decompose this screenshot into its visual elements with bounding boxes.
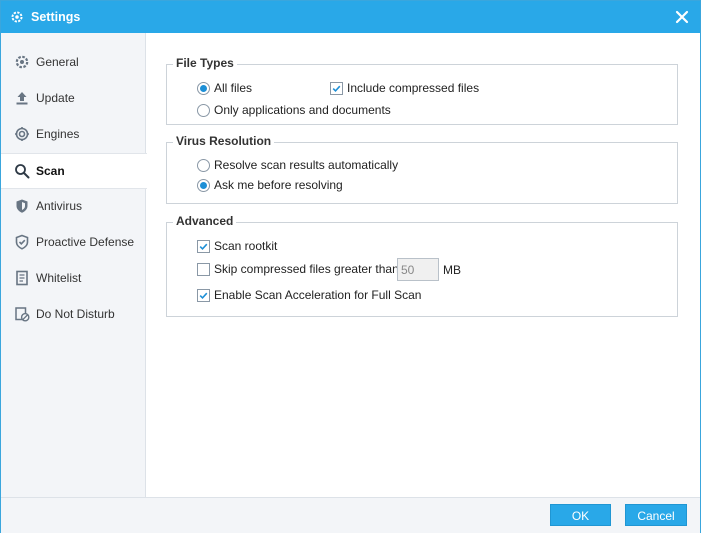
compressed-size-limit-input[interactable] — [397, 258, 439, 281]
checkbox-indicator — [197, 240, 210, 253]
cancel-button[interactable]: Cancel — [625, 504, 687, 526]
file-types-group: File Types All files Include compressed … — [166, 56, 678, 125]
radio-indicator — [197, 104, 210, 117]
radio-indicator — [197, 82, 210, 95]
engine-icon — [15, 127, 29, 141]
option-label: Ask me before resolving — [214, 178, 343, 192]
checkbox-indicator — [330, 82, 343, 95]
scan-settings-panel: File Types All files Include compressed … — [147, 33, 700, 497]
settings-window: Settings General Update Engines Scan Ant… — [0, 0, 701, 533]
dialog-footer: OK Cancel — [1, 497, 700, 533]
dnd-icon — [15, 307, 30, 322]
option-label: Scan rootkit — [214, 239, 278, 253]
gear-icon — [11, 11, 23, 23]
search-icon — [15, 164, 30, 179]
option-label: Enable Scan Acceleration for Full Scan — [214, 288, 422, 302]
option-label: Resolve scan results automatically — [214, 158, 399, 172]
sidebar-item-label: General — [36, 55, 79, 69]
sidebar-item-engines[interactable]: Engines — [1, 116, 146, 152]
close-button[interactable] — [670, 5, 694, 29]
upload-icon — [16, 92, 28, 105]
window-title: Settings — [31, 10, 81, 24]
option-label: Only applications and documents — [214, 103, 391, 117]
advanced-group: Advanced Scan rootkit Skip compressed fi… — [166, 214, 678, 317]
sidebar: General Update Engines Scan Antivirus Pr… — [1, 33, 147, 497]
sidebar-item-label: Antivirus — [36, 199, 83, 213]
document-icon — [16, 270, 28, 286]
close-icon — [675, 10, 689, 24]
gear-icon — [15, 55, 29, 69]
option-label: All files — [214, 81, 253, 95]
option-label: Skip compressed files greater than — [214, 262, 399, 276]
radio-indicator — [197, 159, 210, 172]
title-bar[interactable]: Settings — [1, 1, 700, 33]
sidebar-item-do-not-disturb[interactable]: Do Not Disturb — [1, 296, 146, 332]
radio-indicator — [197, 179, 210, 192]
sidebar-item-label: Engines — [36, 127, 80, 141]
group-title: Advanced — [173, 214, 237, 228]
checkbox-indicator — [197, 289, 210, 302]
sidebar-item-label: Proactive Defense — [36, 235, 135, 249]
checkmark-icon — [199, 243, 208, 251]
sidebar-item-general[interactable]: General — [1, 44, 146, 80]
sidebar-item-scan[interactable]: Scan — [1, 153, 147, 189]
group-title: Virus Resolution — [173, 134, 275, 148]
size-unit-label: MB — [443, 263, 461, 277]
checkmark-icon — [199, 292, 208, 300]
checkbox-indicator — [197, 263, 210, 276]
sidebar-item-label: Scan — [36, 164, 65, 178]
shield-icon — [16, 199, 28, 213]
ok-button[interactable]: OK — [550, 504, 611, 526]
virus-resolution-group: Virus Resolution Resolve scan results au… — [166, 134, 678, 204]
shield-check-icon — [15, 234, 29, 250]
sidebar-item-label: Do Not Disturb — [36, 307, 115, 321]
sidebar-item-label: Update — [36, 91, 75, 105]
sidebar-item-whitelist[interactable]: Whitelist — [1, 260, 146, 296]
checkmark-icon — [332, 85, 341, 93]
option-label: Include compressed files — [347, 81, 480, 95]
sidebar-item-update[interactable]: Update — [1, 80, 146, 116]
sidebar-item-proactive-defense[interactable]: Proactive Defense — [1, 224, 146, 260]
sidebar-item-label: Whitelist — [36, 271, 82, 285]
sidebar-item-antivirus[interactable]: Antivirus — [1, 188, 146, 224]
group-title: File Types — [173, 56, 237, 70]
